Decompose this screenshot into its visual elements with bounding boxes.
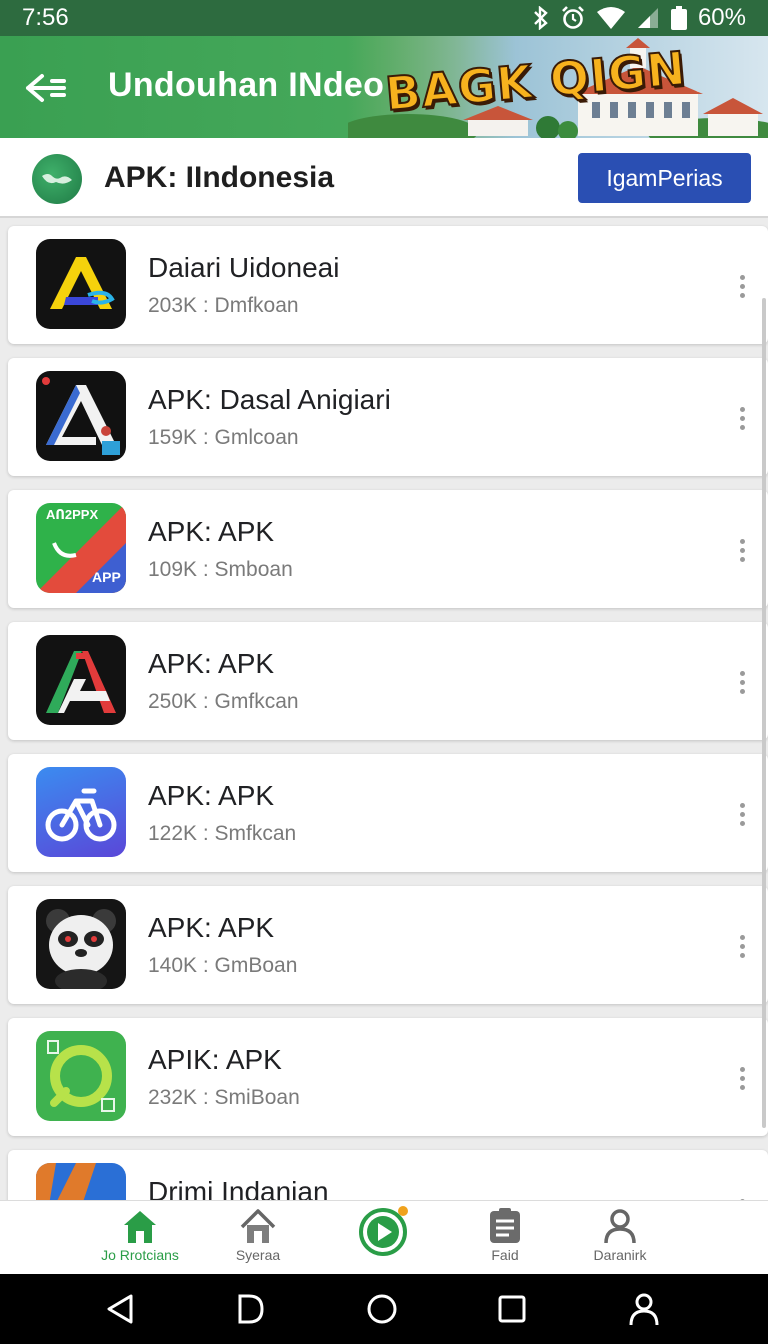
apk-multicolor-icon: AՈ2PPX APP — [36, 503, 126, 593]
square-recents-icon — [498, 1295, 526, 1323]
app-name: APIK: APK — [148, 1044, 282, 1075]
more-options-icon[interactable] — [734, 794, 750, 834]
app-name: APK: APK — [148, 780, 275, 811]
home-icon — [124, 1211, 156, 1243]
system-back-button[interactable] — [102, 1291, 138, 1327]
bicycle-icon — [36, 767, 126, 857]
app-meta: 109K : Smboan — [148, 558, 293, 581]
list-item[interactable]: AՈ2PPX APP APK: APK 109K : Smboan — [8, 490, 768, 608]
status-time: 7:56 — [22, 4, 69, 31]
list-item[interactable]: APIK: APK 232K : SmiBoan — [8, 1018, 768, 1136]
d-shape-icon — [238, 1294, 264, 1324]
list-item[interactable]: APK: APK 140K : GmBoan — [8, 886, 768, 1004]
icon-bottom-text: APP — [92, 569, 121, 585]
section-title: APK: IIndonesia — [104, 161, 335, 194]
letter-a-white-icon — [36, 371, 126, 461]
nav-item-daranirk[interactable]: Daranirk — [560, 1207, 680, 1271]
bluetooth-icon — [532, 6, 550, 30]
app-meta: 232K : SmiBoan — [148, 1086, 300, 1109]
app-meta: 122K : Smfkcan — [148, 822, 297, 845]
app-meta: 140K : GmBoan — [148, 954, 298, 977]
more-options-icon[interactable] — [734, 398, 750, 438]
more-options-icon[interactable] — [734, 1058, 750, 1098]
nav-label: Jo Rrotcians — [101, 1247, 179, 1263]
more-options-icon[interactable] — [734, 1190, 750, 1200]
letter-a-red-green-icon — [36, 635, 126, 725]
signal-icon — [636, 6, 660, 30]
triangle-back-icon — [107, 1294, 133, 1324]
scrollbar[interactable] — [762, 298, 766, 1128]
nav-item-faid[interactable]: Faid — [445, 1207, 565, 1271]
app-bar-title: Undouhan INdeo — [108, 66, 385, 104]
nav-item-home[interactable]: Jo Rrotcians — [80, 1207, 200, 1271]
back-arrow-icon — [26, 74, 66, 102]
status-bar: 7:56 60% — [0, 0, 768, 36]
system-home-button[interactable] — [364, 1291, 400, 1327]
more-options-icon[interactable] — [734, 266, 750, 306]
more-options-icon[interactable] — [734, 530, 750, 570]
more-options-icon[interactable] — [734, 662, 750, 702]
list-item[interactable]: APK: APK 250K : Gmfkcan — [8, 622, 768, 740]
app-name: APK: APK — [148, 912, 275, 943]
house-outline-icon — [240, 1209, 276, 1243]
list-item[interactable]: APK: APK 122K : Smfkcan — [8, 754, 768, 872]
nav-label: Faid — [491, 1247, 519, 1263]
alarm-icon — [560, 5, 586, 31]
system-account-button[interactable] — [626, 1291, 662, 1327]
person-icon — [604, 1209, 636, 1244]
play-circle-icon — [359, 1206, 408, 1256]
app-list: Daiari Uidoneai 203K : Dmfkoan APK: Dasa… — [0, 218, 768, 1200]
system-recents-button[interactable] — [494, 1291, 530, 1327]
bottom-navigation: Jo Rrotcians Syeraa Faid Daranirk — [0, 1200, 768, 1274]
account-icon — [629, 1293, 659, 1326]
system-navigation-bar — [0, 1274, 768, 1344]
wifi-icon — [596, 6, 626, 30]
app-meta: 250K : Gmfkcan — [148, 690, 299, 713]
app-meta: 159K : Gmlcoan — [148, 426, 299, 449]
app-name: APK: Dasal Anigiari — [148, 384, 391, 415]
app-bar: Undouhan INdeo BAGK QIGN — [0, 36, 768, 138]
list-item[interactable]: Drimi Indanian — [8, 1150, 768, 1200]
app-name: Drimi Indanian — [148, 1176, 329, 1200]
nav-item-syeraa[interactable]: Syeraa — [198, 1207, 318, 1271]
circle-home-icon — [367, 1294, 397, 1324]
panda-icon — [36, 899, 126, 989]
more-options-icon[interactable] — [734, 926, 750, 966]
system-d-button[interactable] — [232, 1291, 268, 1327]
app-name: APK: APK — [148, 648, 275, 679]
list-item[interactable]: APK: Dasal Anigiari 159K : Gmlcoan — [8, 358, 768, 476]
app-meta: 203K : Dmfkoan — [148, 294, 299, 317]
app-name: Daiari Uidoneai — [148, 252, 340, 283]
header-action-button[interactable]: IgamPerias — [578, 153, 751, 203]
section-header: APK: IIndonesia IgamPerias — [0, 138, 768, 218]
list-item[interactable]: Daiari Uidoneai 203K : Dmfkoan — [8, 226, 768, 344]
battery-icon — [670, 5, 688, 31]
icon-top-text: AՈ2PPX — [46, 507, 99, 522]
nav-item-play[interactable] — [324, 1206, 444, 1271]
green-ring-icon — [36, 1031, 126, 1121]
blue-orange-icon — [36, 1163, 126, 1200]
indonesia-map-logo-icon — [32, 154, 82, 204]
letter-a-yellow-icon — [36, 239, 126, 329]
list-icon — [490, 1208, 520, 1243]
app-name: APK: APK — [148, 516, 275, 547]
nav-label: Daranirk — [593, 1247, 647, 1263]
back-button[interactable] — [22, 64, 70, 112]
nav-label: Syeraa — [235, 1247, 281, 1263]
battery-percent: 60% — [697, 4, 746, 31]
